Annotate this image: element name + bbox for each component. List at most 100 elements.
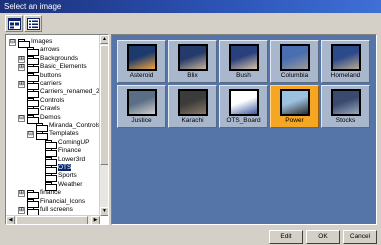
- tree-item-label: Templates: [49, 130, 79, 138]
- folder-icon: [18, 39, 30, 48]
- image-tile[interactable]: Power: [270, 85, 319, 128]
- folder-tree[interactable]: ⊟ Images arrows ⊞ Backgrounds ⊞ Basic_Elements…: [5, 34, 109, 225]
- tree-item-label: Images: [31, 38, 53, 45]
- folder-view-button[interactable]: [5, 15, 23, 32]
- tree-item[interactable]: ComingUP: [45, 138, 90, 149]
- image-caption: Justice: [131, 117, 152, 124]
- tree-item[interactable]: ⊟ Templates: [27, 130, 79, 141]
- horizontal-scroll-thumb[interactable]: [16, 216, 88, 224]
- image-caption: OTS_Board: [226, 117, 261, 124]
- expand-icon[interactable]: ⊞: [18, 55, 25, 63]
- folder-icon: [45, 181, 57, 191]
- tree-item[interactable]: ⊞ Backgrounds: [18, 54, 78, 65]
- image-caption: Columbia: [280, 72, 309, 79]
- folder-icon: [45, 156, 57, 166]
- collapse-icon[interactable]: ⊟: [18, 114, 25, 122]
- image-tile[interactable]: Justice: [117, 85, 166, 128]
- tree-item-label: Controls: [40, 96, 65, 104]
- list-view-button[interactable]: [24, 15, 42, 32]
- image-tile[interactable]: Bush: [219, 40, 268, 83]
- folder-icon: [27, 190, 39, 200]
- tree-item-label: buttons: [40, 71, 62, 79]
- tree-vertical-scrollbar[interactable]: ▲ ▼: [99, 35, 108, 216]
- folder-icon: [45, 139, 57, 149]
- tree-item[interactable]: ⊞ Basic_Elements: [18, 63, 87, 74]
- folder-icon: [36, 123, 48, 132]
- tree-item[interactable]: Financial_Icons: [27, 198, 85, 208]
- tree-item-label: Backgrounds: [40, 54, 78, 62]
- image-gallery: Asteroid Blix Bush Columbia Homeland Justice K…: [111, 34, 377, 225]
- image-thumbnail: [331, 89, 361, 116]
- scroll-thumb[interactable]: [100, 45, 108, 165]
- tree-item[interactable]: ⊟ Images: [9, 38, 53, 48]
- tree-item-label: Carriers_renamed_2: [40, 88, 100, 96]
- tree-item[interactable]: Lower3rd: [45, 156, 85, 166]
- tree-item-label: full screens: [40, 206, 73, 213]
- scroll-left-button[interactable]: ◀: [6, 216, 15, 224]
- collapse-icon[interactable]: ⊟: [27, 131, 34, 139]
- tree-item[interactable]: Sports: [45, 172, 77, 183]
- expand-icon[interactable]: ⊞: [18, 64, 25, 72]
- folder-icon: [27, 89, 39, 99]
- collapse-icon[interactable]: ⊟: [9, 39, 16, 46]
- window-title: Select an image: [4, 2, 62, 11]
- image-caption: Blix: [187, 72, 198, 79]
- image-caption: Stocks: [335, 117, 356, 124]
- image-tile[interactable]: Blix: [168, 40, 217, 83]
- scroll-down-button[interactable]: ▼: [100, 207, 108, 216]
- image-thumbnail: [331, 44, 361, 71]
- image-tile[interactable]: OTS_Board: [219, 85, 268, 128]
- ok-button[interactable]: OK: [306, 230, 340, 244]
- tree-item[interactable]: ⊟ Demos: [18, 113, 61, 124]
- folder-icon: [45, 148, 57, 158]
- expand-icon[interactable]: ⊞: [18, 190, 25, 198]
- image-thumbnail: [178, 89, 208, 116]
- folder-icon: [27, 114, 39, 124]
- tree-item[interactable]: OTS: [45, 164, 72, 174]
- tree-item[interactable]: Controls: [27, 96, 65, 107]
- folder-icon: [27, 97, 39, 107]
- image-thumbnail: [127, 89, 157, 116]
- tree-item[interactable]: Crawls: [27, 105, 60, 116]
- image-tile[interactable]: Karachi: [168, 85, 217, 128]
- tree-item-label: ComingUP: [58, 138, 90, 146]
- image-caption: Power: [285, 117, 304, 124]
- scroll-right-button[interactable]: ▶: [91, 216, 100, 224]
- cancel-button[interactable]: Cancel: [343, 230, 377, 244]
- tree-item-label: Sports: [58, 172, 77, 180]
- tree-item[interactable]: ⊞ finance: [18, 189, 61, 200]
- image-thumbnail: [280, 44, 310, 71]
- tree-item-label: arrows: [40, 46, 60, 54]
- folder-icon: [27, 106, 39, 116]
- image-tile[interactable]: Columbia: [270, 40, 319, 83]
- image-thumbnail: [229, 44, 259, 71]
- edit-button[interactable]: Edit: [269, 230, 303, 244]
- tree-item[interactable]: Miranda_Controls: [36, 122, 100, 132]
- expand-icon[interactable]: ⊞: [18, 81, 25, 88]
- scroll-up-button[interactable]: ▲: [100, 35, 108, 44]
- tree-item[interactable]: ⊞ full screens: [18, 206, 73, 216]
- tree-item[interactable]: buttons: [27, 71, 62, 82]
- image-tile[interactable]: Homeland: [321, 40, 370, 83]
- image-caption: Homeland: [330, 72, 361, 79]
- image-thumbnail: [178, 44, 208, 71]
- tree-item-label: finance: [40, 189, 61, 197]
- folder-icon: [45, 173, 57, 183]
- image-caption: Bush: [236, 72, 251, 79]
- tree-horizontal-scrollbar[interactable]: ◀ ▶: [6, 215, 100, 224]
- tree-item[interactable]: Carriers_renamed_2: [27, 88, 100, 99]
- tree-item[interactable]: Finance: [45, 147, 82, 158]
- toolbar: [0, 13, 381, 34]
- tree-item-label: Demos: [40, 113, 61, 121]
- image-tile[interactable]: Asteroid: [117, 40, 166, 83]
- image-tile[interactable]: Stocks: [321, 85, 370, 128]
- tree-item[interactable]: ⊞ carriers: [18, 80, 62, 90]
- tree-item-label: Finance: [58, 147, 82, 155]
- tree-item[interactable]: arrows: [27, 46, 60, 57]
- tree-item[interactable]: Weather: [45, 181, 82, 191]
- tree-item-label: carriers: [40, 80, 62, 87]
- expand-icon[interactable]: ⊞: [18, 207, 25, 214]
- image-thumbnail: [127, 44, 157, 71]
- folder-icon: [27, 207, 39, 216]
- image-thumbnail: [280, 89, 310, 116]
